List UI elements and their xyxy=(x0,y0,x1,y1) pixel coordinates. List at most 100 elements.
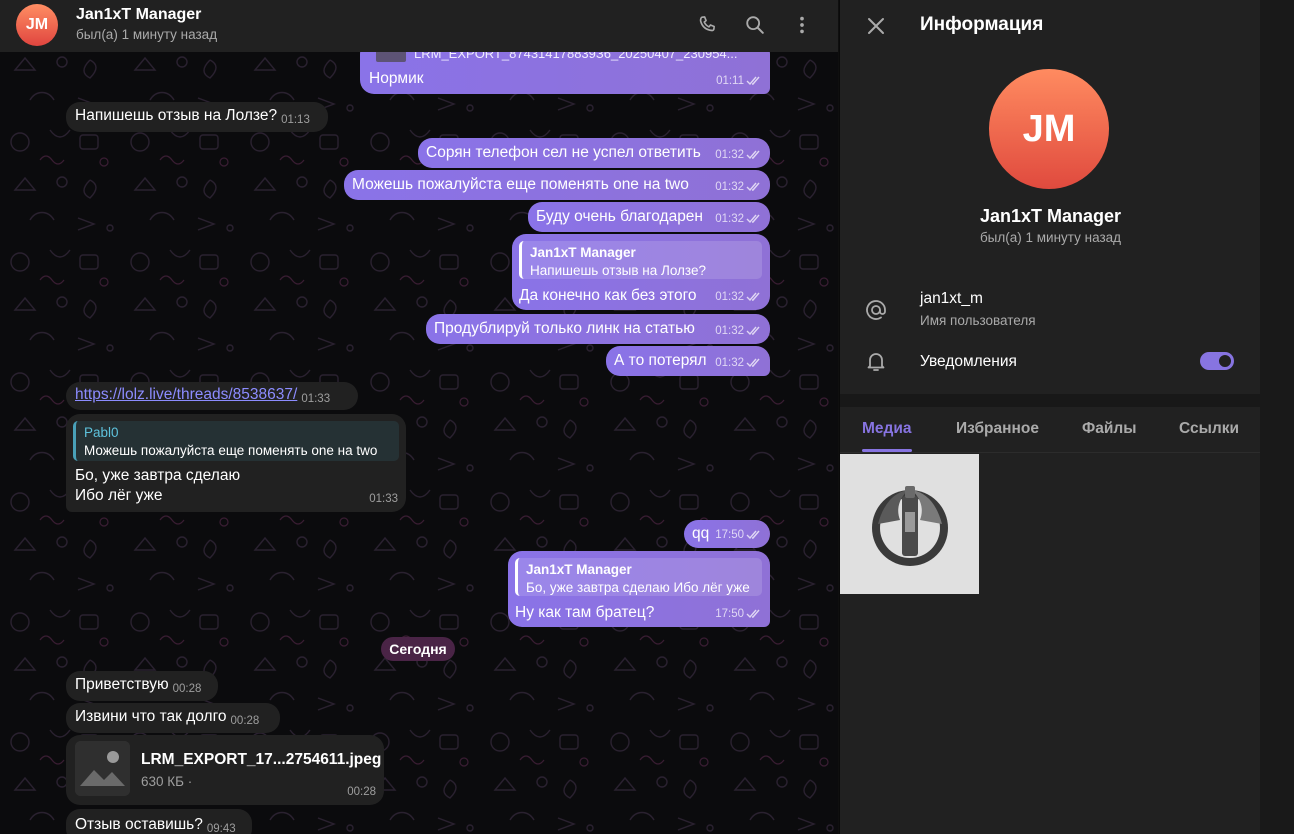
active-tab-indicator xyxy=(862,449,912,452)
more-button[interactable] xyxy=(789,12,815,38)
profile-status: был(а) 1 минуту назад xyxy=(979,230,1122,245)
message-time: 01:32 xyxy=(715,357,744,369)
message-time: 01:33 xyxy=(301,393,331,405)
message-bubble-out[interactable]: Jan1xT Manager Напишешь отзыв на Лолзе? … xyxy=(512,234,770,310)
notifications-label: Уведомления xyxy=(920,353,1017,370)
message-bubble-in[interactable]: Отзыв оставишь? 09:43 xyxy=(66,809,252,834)
reply-quote[interactable]: Jan1xT Manager Напишешь отзыв на Лолзе? xyxy=(519,241,762,279)
message-bubble-out[interactable]: Сорян телефон сел не успел ответить 01:3… xyxy=(418,138,770,168)
message-text: Приветствую xyxy=(75,676,169,693)
double-check-icon xyxy=(746,150,760,160)
phone-icon xyxy=(699,16,715,32)
username-value: jan1xt_m xyxy=(920,290,983,307)
message-bubble-in[interactable]: https://lolz.live/threads/8538637/01:33 xyxy=(66,382,358,410)
panel-title: Информация xyxy=(920,14,1044,35)
message-meta: 17:50 xyxy=(715,604,762,624)
reply-text: Можешь пожалуйста еще поменять one на tw… xyxy=(84,443,378,458)
chat-area: LRM_EXPORT_874314178839З6_20250407_23095… xyxy=(0,0,838,834)
close-button[interactable] xyxy=(862,12,890,40)
file-size: 630 КБ · xyxy=(141,774,193,789)
message-time: 09:43 xyxy=(206,823,236,834)
reply-text: Бо, уже завтра сделаю Ибо лёг уже xyxy=(526,580,750,595)
reply-quote[interactable]: Pabl0 Можешь пожалуйста еще поменять one… xyxy=(73,421,399,461)
chat-header[interactable]: JM Jan1xT Manager был(а) 1 минуту назад xyxy=(0,0,838,52)
message-time: 01:32 xyxy=(715,213,744,225)
message-text: Сорян телефон сел не успел ответить xyxy=(426,144,701,161)
phone-button[interactable] xyxy=(694,12,720,38)
vape-logo-image xyxy=(871,486,948,566)
chat-title[interactable]: Jan1xT Manager xyxy=(76,6,201,24)
message-time: 17:50 xyxy=(715,608,744,620)
message-meta: 01:32 xyxy=(715,287,762,307)
profile-name: Jan1xT Manager xyxy=(979,206,1122,226)
message-text: Продублируй только линк на статью xyxy=(434,320,695,337)
message-time: 01:13 xyxy=(281,114,310,126)
image-icon xyxy=(75,741,130,796)
reply-text: Напишешь отзыв на Лолзе? xyxy=(530,263,706,278)
message-meta: 00:28 xyxy=(347,782,376,802)
window-edge xyxy=(1260,0,1294,834)
message-time: 01:33 xyxy=(369,493,398,505)
file-name: LRM_EXPORT_17...2754611.jpeg xyxy=(141,751,382,768)
tab-media[interactable]: Медиа xyxy=(862,420,912,438)
search-icon xyxy=(746,16,764,34)
search-button[interactable] xyxy=(742,12,768,38)
message-bubble-in[interactable]: Напишешь отзыв на Лолзе? 01:13 xyxy=(66,102,328,132)
avatar[interactable]: JM xyxy=(16,4,58,46)
message-link[interactable]: https://lolz.live/threads/8538637/ xyxy=(75,385,297,405)
message-text: Отзыв оставишь? xyxy=(75,816,203,833)
toggle-knob xyxy=(1217,353,1233,369)
message-text: qq xyxy=(692,525,710,542)
message-bubble-out[interactable]: Буду очень благодарен 01:32 xyxy=(528,202,770,232)
message-time: 01:32 xyxy=(715,149,744,161)
double-check-icon xyxy=(746,530,760,540)
message-text: А то потерял xyxy=(614,352,707,369)
message-bubble-out[interactable]: Продублируй только линк на статью 01:32 xyxy=(426,314,770,344)
reply-quote[interactable]: Jan1xT Manager Бо, уже завтра сделаю Ибо… xyxy=(515,558,762,596)
profile-avatar[interactable]: JM xyxy=(989,69,1109,189)
double-check-icon xyxy=(746,214,760,224)
more-vertical-icon xyxy=(800,16,804,34)
message-time: 01:11 xyxy=(716,75,744,87)
message-text: Ну как там братец? xyxy=(515,604,655,621)
date-separator: Сегодня xyxy=(381,637,455,661)
message-text: Напишешь отзыв на Лолзе? xyxy=(75,107,278,124)
message-bubble-out[interactable]: Jan1xT Manager Бо, уже завтра сделаю Ибо… xyxy=(508,551,770,627)
notifications-toggle[interactable] xyxy=(1200,352,1234,370)
close-icon xyxy=(868,18,884,34)
message-meta: 01:32 xyxy=(715,321,762,341)
message-meta: 17:50 xyxy=(715,525,762,545)
tab-links[interactable]: Ссылки xyxy=(1179,420,1239,438)
message-meta: 01:32 xyxy=(715,209,762,229)
double-check-icon xyxy=(746,609,760,619)
section-divider xyxy=(840,394,1261,407)
reply-author: Pabl0 xyxy=(84,425,119,440)
message-bubble-out[interactable]: Можешь пожалуйста еще поменять one на tw… xyxy=(344,170,770,200)
message-time: 01:32 xyxy=(715,181,744,193)
message-bubble-in[interactable]: LRM_EXPORT_17...2754611.jpeg 630 КБ · 00… xyxy=(66,735,384,805)
message-list[interactable]: LRM_EXPORT_874314178839З6_20250407_23095… xyxy=(0,0,838,834)
media-tabs: Медиа Избранное Файлы Ссылки xyxy=(840,407,1261,453)
message-bubble-out[interactable]: qq 17:50 xyxy=(684,520,770,548)
message-time: 01:32 xyxy=(715,291,744,303)
message-time: 17:50 xyxy=(715,529,744,541)
username-row[interactable]: jan1xt_m Имя пользователя xyxy=(840,282,1261,338)
message-bubble-in[interactable]: Извини что так долго 00:28 xyxy=(66,703,280,733)
notifications-row[interactable]: Уведомления xyxy=(840,340,1261,384)
media-item[interactable] xyxy=(840,454,979,594)
message-text: Можешь пожалуйста еще поменять one на tw… xyxy=(352,176,689,193)
message-meta: 01:11 xyxy=(716,71,762,91)
message-bubble-out[interactable]: А то потерял 01:32 xyxy=(606,346,770,376)
message-time: 00:28 xyxy=(172,683,202,695)
message-text-line: Бо, уже завтра сделаю xyxy=(75,467,241,484)
profile-info-panel: Информация JM Jan1xT Manager был(а) 1 ми… xyxy=(839,0,1261,834)
file-thumbnail[interactable] xyxy=(75,741,130,796)
username-label: Имя пользователя xyxy=(920,313,1036,328)
tab-favorites[interactable]: Избранное xyxy=(956,420,1039,438)
reply-author: Jan1xT Manager xyxy=(526,562,632,577)
message-text: Да конечно как без этого xyxy=(519,287,697,304)
telegram-window: LRM_EXPORT_874314178839З6_20250407_23095… xyxy=(0,0,1294,834)
tab-files[interactable]: Файлы xyxy=(1082,420,1136,438)
message-bubble-in[interactable]: Pabl0 Можешь пожалуйста еще поменять one… xyxy=(66,414,406,512)
message-bubble-in[interactable]: Приветствую 00:28 xyxy=(66,671,218,701)
